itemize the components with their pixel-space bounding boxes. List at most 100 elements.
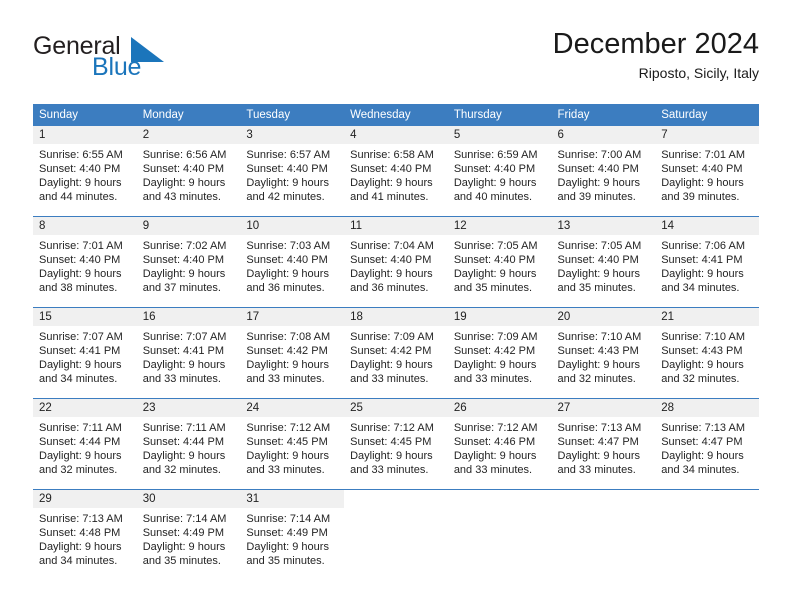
calendar-day-cell[interactable]: 19 Sunrise: 7:09 AM Sunset: 4:42 PM Dayligh… [447, 307, 552, 399]
sunrise-text: Sunrise: 7:02 AM [142, 240, 227, 252]
day-number: 9 [136, 217, 241, 235]
day-number: 20 [551, 308, 656, 326]
daylight-text-line1: Daylight: 9 hours [557, 450, 641, 462]
sunrise-text: Sunrise: 7:11 AM [142, 422, 226, 434]
sunset-text: Sunset: 4:49 PM [246, 527, 328, 539]
day-number: 14 [655, 217, 759, 235]
day-number: 17 [240, 308, 345, 326]
calendar-day-cell[interactable]: 3 Sunrise: 6:57 AM Sunset: 4:40 PM Daylight… [240, 126, 345, 217]
weekday-header-wednesday: Wednesday [344, 104, 448, 126]
sunrise-text: Sunrise: 7:07 AM [142, 331, 227, 343]
calendar-day-cell[interactable]: 7 Sunrise: 7:01 AM Sunset: 4:40 PM Daylight… [655, 126, 759, 217]
calendar-day-cell[interactable]: 2 Sunrise: 6:56 AM Sunset: 4:40 PM Daylight… [136, 126, 241, 217]
daylight-text-line1: Daylight: 9 hours [246, 359, 329, 371]
calendar-day-cell[interactable]: 22 Sunrise: 7:11 AM Sunset: 4:44 PM Dayligh… [33, 398, 137, 490]
daylight-text-line2: and 35 minutes. [557, 282, 636, 294]
calendar-day-cell[interactable]: 30 Sunrise: 7:14 AM Sunset: 4:49 PM Dayligh… [136, 489, 241, 580]
calendar-day-cell[interactable]: 14 Sunrise: 7:06 AM Sunset: 4:41 PM Dayligh… [655, 216, 759, 308]
daylight-text-line1: Daylight: 9 hours [39, 268, 122, 280]
brand-logo[interactable]: General Blue [33, 34, 263, 92]
day-number: 5 [447, 126, 552, 144]
weekday-header-sunday: Sunday [33, 104, 137, 126]
sunrise-text: Sunrise: 6:59 AM [453, 149, 538, 161]
sunrise-text: Sunrise: 7:05 AM [557, 240, 642, 252]
day-number: 7 [655, 126, 759, 144]
sunrise-text: Sunrise: 7:01 AM [661, 149, 745, 161]
daylight-text-line2: and 33 minutes. [557, 464, 636, 476]
day-number: 19 [447, 308, 552, 326]
calendar-day-cell[interactable]: 16 Sunrise: 7:07 AM Sunset: 4:41 PM Dayligh… [136, 307, 241, 399]
sunset-text: Sunset: 4:42 PM [246, 345, 328, 357]
daylight-text-line2: and 32 minutes. [557, 373, 636, 385]
calendar-day-cell[interactable]: 26 Sunrise: 7:12 AM Sunset: 4:46 PM Dayligh… [447, 398, 552, 490]
day-number: 31 [240, 490, 345, 508]
calendar-day-cell[interactable]: 31 Sunrise: 7:14 AM Sunset: 4:49 PM Dayligh… [240, 489, 345, 580]
daylight-text-line2: and 39 minutes. [557, 191, 636, 203]
calendar-day-cell[interactable]: 12 Sunrise: 7:05 AM Sunset: 4:40 PM Dayligh… [447, 216, 552, 308]
daylight-text-line1: Daylight: 9 hours [661, 450, 744, 462]
sunrise-text: Sunrise: 7:05 AM [453, 240, 538, 252]
day-number: 1 [33, 126, 137, 144]
calendar-day-cell[interactable]: 17 Sunrise: 7:08 AM Sunset: 4:42 PM Dayligh… [240, 307, 345, 399]
calendar-day-cell[interactable]: 25 Sunrise: 7:12 AM Sunset: 4:45 PM Dayligh… [344, 398, 448, 490]
calendar-day-cell[interactable]: 23 Sunrise: 7:11 AM Sunset: 4:44 PM Dayligh… [136, 398, 241, 490]
sunset-text: Sunset: 4:40 PM [142, 254, 225, 266]
sunrise-text: Sunrise: 7:00 AM [557, 149, 642, 161]
calendar-day-cell[interactable]: 8 Sunrise: 7:01 AM Sunset: 4:40 PM Daylight… [33, 216, 137, 308]
calendar-day-cell[interactable]: 24 Sunrise: 7:12 AM Sunset: 4:45 PM Dayligh… [240, 398, 345, 490]
calendar-day-cell[interactable]: 10 Sunrise: 7:03 AM Sunset: 4:40 PM Dayligh… [240, 216, 345, 308]
daylight-text-line2: and 32 minutes. [142, 464, 221, 476]
calendar-day-cell[interactable]: 27 Sunrise: 7:13 AM Sunset: 4:47 PM Dayligh… [551, 398, 656, 490]
daylight-text-line2: and 37 minutes. [142, 282, 221, 294]
sunset-text: Sunset: 4:44 PM [39, 436, 121, 448]
sunset-text: Sunset: 4:40 PM [350, 254, 432, 266]
day-number: 21 [655, 308, 759, 326]
sunset-text: Sunset: 4:40 PM [246, 163, 328, 175]
daylight-text-line2: and 36 minutes. [246, 282, 325, 294]
day-number: 10 [240, 217, 345, 235]
sunrise-text: Sunrise: 7:13 AM [661, 422, 745, 434]
daylight-text-line1: Daylight: 9 hours [350, 359, 433, 371]
day-number: 29 [33, 490, 137, 508]
daylight-text-line2: and 38 minutes. [39, 282, 118, 294]
daylight-text-line2: and 34 minutes. [39, 373, 118, 385]
daylight-text-line1: Daylight: 9 hours [350, 177, 433, 189]
calendar-day-cell-empty [447, 489, 552, 580]
calendar-day-cell[interactable]: 18 Sunrise: 7:09 AM Sunset: 4:42 PM Dayligh… [344, 307, 448, 399]
day-number: 12 [447, 217, 552, 235]
calendar-day-cell[interactable]: 4 Sunrise: 6:58 AM Sunset: 4:40 PM Daylight… [344, 126, 448, 217]
calendar-day-cell[interactable]: 6 Sunrise: 7:00 AM Sunset: 4:40 PM Daylight… [551, 126, 656, 217]
daylight-text-line1: Daylight: 9 hours [557, 177, 641, 189]
sunrise-text: Sunrise: 7:10 AM [557, 331, 642, 343]
sunset-text: Sunset: 4:40 PM [557, 254, 639, 266]
weekday-header-tuesday: Tuesday [240, 104, 345, 126]
weekday-header-monday: Monday [136, 104, 241, 126]
sunrise-text: Sunrise: 7:13 AM [39, 513, 123, 525]
calendar-day-cell[interactable]: 11 Sunrise: 7:04 AM Sunset: 4:40 PM Dayligh… [344, 216, 448, 308]
calendar-day-cell[interactable]: 21 Sunrise: 7:10 AM Sunset: 4:43 PM Dayligh… [655, 307, 759, 399]
daylight-text-line1: Daylight: 9 hours [142, 359, 226, 371]
daylight-text-line1: Daylight: 9 hours [39, 177, 122, 189]
sunset-text: Sunset: 4:40 PM [453, 163, 536, 175]
sunrise-text: Sunrise: 7:11 AM [39, 422, 122, 434]
daylight-text-line2: and 33 minutes. [453, 464, 533, 476]
sunset-text: Sunset: 4:44 PM [142, 436, 225, 448]
calendar-day-cell[interactable]: 20 Sunrise: 7:10 AM Sunset: 4:43 PM Dayligh… [551, 307, 656, 399]
sunrise-text: Sunrise: 7:10 AM [661, 331, 745, 343]
calendar-day-cell-empty [655, 489, 759, 580]
calendar-day-cell[interactable]: 29 Sunrise: 7:13 AM Sunset: 4:48 PM Dayligh… [33, 489, 137, 580]
calendar-day-cell[interactable]: 5 Sunrise: 6:59 AM Sunset: 4:40 PM Daylight… [447, 126, 552, 217]
daylight-text-line2: and 33 minutes. [453, 373, 533, 385]
sunrise-text: Sunrise: 6:56 AM [142, 149, 227, 161]
calendar-day-cell[interactable]: 15 Sunrise: 7:07 AM Sunset: 4:41 PM Dayligh… [33, 307, 137, 399]
calendar-day-cell[interactable]: 13 Sunrise: 7:05 AM Sunset: 4:40 PM Dayligh… [551, 216, 656, 308]
sunrise-text: Sunrise: 6:58 AM [350, 149, 434, 161]
day-number: 27 [551, 399, 656, 417]
calendar-day-cell[interactable]: 9 Sunrise: 7:02 AM Sunset: 4:40 PM Daylight… [136, 216, 241, 308]
calendar-day-cell[interactable]: 28 Sunrise: 7:13 AM Sunset: 4:47 PM Dayligh… [655, 398, 759, 490]
sunset-text: Sunset: 4:40 PM [350, 163, 432, 175]
calendar-day-cell[interactable]: 1 Sunrise: 6:55 AM Sunset: 4:40 PM Daylight… [33, 126, 137, 217]
day-number [447, 490, 552, 508]
day-number: 30 [136, 490, 241, 508]
daylight-text-line1: Daylight: 9 hours [557, 268, 641, 280]
